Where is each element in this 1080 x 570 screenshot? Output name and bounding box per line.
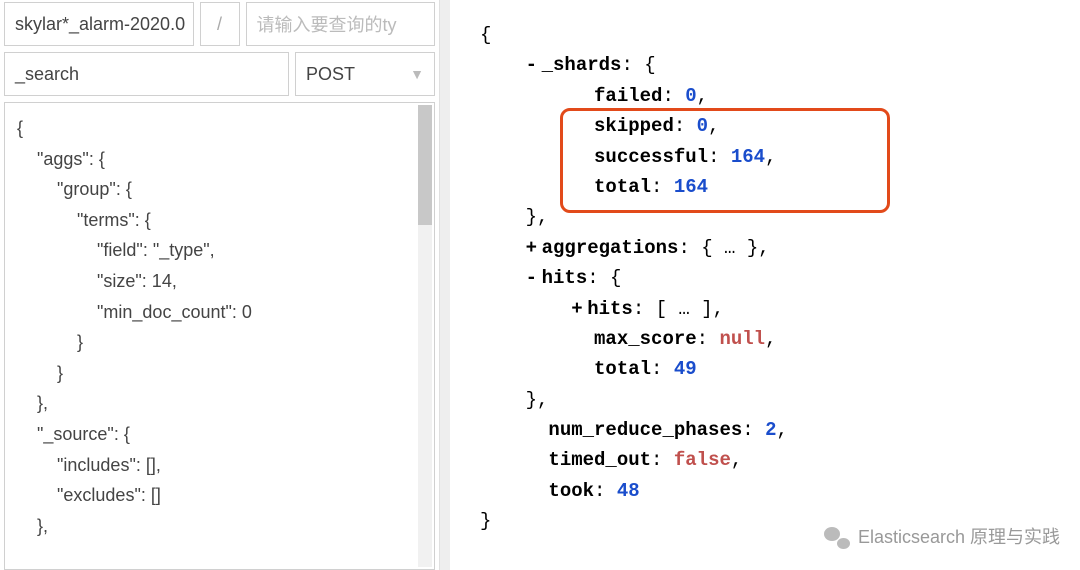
panel-divider	[440, 0, 450, 570]
index-input[interactable]: skylar*_alarm-2020.0	[4, 2, 194, 46]
json-line[interactable]: successful: 164,	[480, 142, 1070, 172]
json-line[interactable]: },	[480, 202, 1070, 232]
type-input[interactable]: 请输入要查询的ty	[246, 2, 436, 46]
json-line[interactable]: failed: 0,	[480, 81, 1070, 111]
json-line[interactable]: skipped: 0,	[480, 111, 1070, 141]
json-line[interactable]: + hits: [ … ],	[480, 294, 1070, 324]
json-line[interactable]: },	[480, 385, 1070, 415]
json-line[interactable]: max_score: null,	[480, 324, 1070, 354]
json-line[interactable]: {	[480, 20, 1070, 50]
json-line[interactable]: num_reduce_phases: 2,	[480, 415, 1070, 445]
method-label: POST	[306, 64, 355, 85]
request-panel: skylar*_alarm-2020.0 / 请输入要查询的ty _search…	[0, 0, 440, 570]
json-line[interactable]: - hits: {	[480, 263, 1070, 293]
app-container: skylar*_alarm-2020.0 / 请输入要查询的ty _search…	[0, 0, 1080, 570]
response-panel: { - _shards: { failed: 0, skipped: 0, su…	[450, 0, 1080, 570]
scrollbar-vertical[interactable]: ▲	[418, 105, 432, 567]
endpoint-method-row: _search POST ▼	[4, 52, 435, 96]
json-line[interactable]: + aggregations: { … },	[480, 233, 1070, 263]
endpoint-input[interactable]: _search	[4, 52, 289, 96]
json-line[interactable]: total: 164	[480, 172, 1070, 202]
credit-text: Elasticsearch 原理与实践	[858, 523, 1060, 552]
json-line[interactable]: - _shards: {	[480, 50, 1070, 80]
path-separator: /	[200, 2, 240, 46]
chevron-down-icon: ▼	[410, 66, 424, 82]
wechat-icon	[824, 527, 850, 549]
response-json[interactable]: { - _shards: { failed: 0, skipped: 0, su…	[480, 20, 1070, 537]
wechat-credit: Elasticsearch 原理与实践	[824, 523, 1060, 552]
json-line[interactable]: took: 48	[480, 476, 1070, 506]
scroll-thumb[interactable]	[418, 105, 432, 225]
index-type-row: skylar*_alarm-2020.0 / 请输入要查询的ty	[4, 2, 435, 46]
json-line[interactable]: total: 49	[480, 354, 1070, 384]
query-text[interactable]: { "aggs": { "group": { "terms": { "field…	[5, 103, 434, 551]
json-line[interactable]: timed_out: false,	[480, 445, 1070, 475]
http-method-select[interactable]: POST ▼	[295, 52, 435, 96]
query-body-editor[interactable]: { "aggs": { "group": { "terms": { "field…	[4, 102, 435, 570]
